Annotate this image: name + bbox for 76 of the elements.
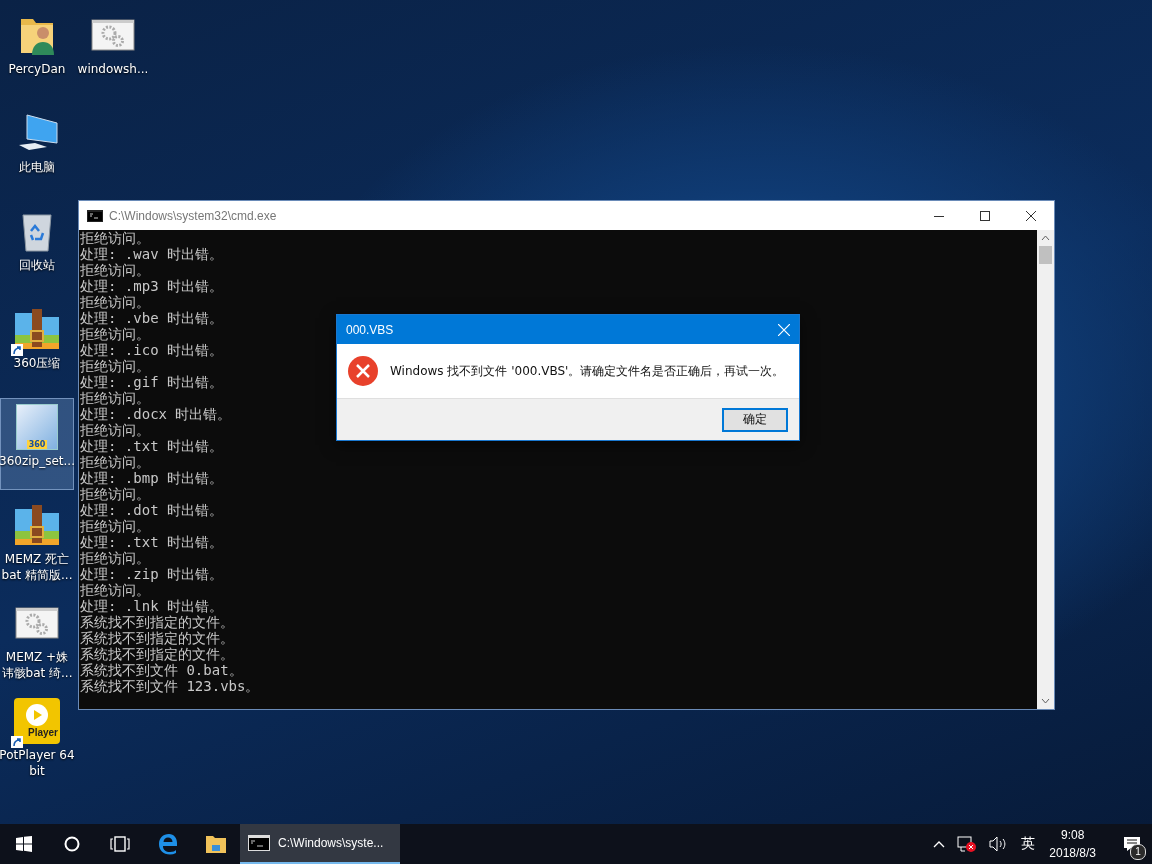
scrollbar[interactable] bbox=[1037, 230, 1054, 709]
taskbar-window-button[interactable]: C:\Windows\syste... bbox=[240, 824, 400, 864]
console-line: 拒绝访问。 bbox=[80, 294, 150, 310]
icon-label: MEMZ +姝 讳骸bat 绮... bbox=[1, 649, 73, 681]
console-line: 系统找不到指定的文件。 bbox=[80, 646, 234, 662]
console-line: 处理: .txt 时出错。 bbox=[80, 438, 223, 454]
desktop-icon[interactable]: windowsh... bbox=[76, 6, 150, 98]
desktop-icon[interactable]: 回收站 bbox=[0, 202, 74, 294]
maximize-icon bbox=[980, 210, 990, 221]
icon-label: windowsh... bbox=[77, 61, 149, 77]
console-line: 处理: .bmp 时出错。 bbox=[80, 470, 223, 486]
icon-text: Player bbox=[27, 727, 59, 738]
console-line: 拒绝访问。 bbox=[80, 518, 150, 534]
console-line: 系统找不到文件 123.vbs。 bbox=[80, 678, 260, 694]
console-line: 拒绝访问。 bbox=[80, 390, 150, 406]
dialog-title: 000.VBS bbox=[346, 322, 394, 337]
chevron-up-icon bbox=[933, 840, 946, 848]
desktop-icon[interactable]: Player PotPlayer 64 bit bbox=[0, 692, 74, 784]
notification-count: 1 bbox=[1130, 844, 1146, 860]
console-line: 拒绝访问。 bbox=[80, 454, 150, 470]
console-line: 拒绝访问。 bbox=[80, 582, 150, 598]
console-line: 处理: .gif 时出错。 bbox=[80, 374, 223, 390]
console-line: 系统找不到指定的文件。 bbox=[80, 614, 234, 630]
close-icon bbox=[778, 323, 790, 336]
desktop-icon[interactable]: PercyDan bbox=[0, 6, 74, 98]
desktop-icon[interactable]: MEMZ 死亡 bat 精简版... bbox=[0, 496, 74, 588]
console-line: 拒绝访问。 bbox=[80, 550, 150, 566]
console-line: 处理: .wav 时出错。 bbox=[80, 246, 223, 262]
console-line: 拒绝访问。 bbox=[80, 422, 150, 438]
console-line: 处理: .dot 时出错。 bbox=[80, 502, 223, 518]
task-view-icon bbox=[110, 836, 130, 852]
console-line: 处理: .lnk 时出错。 bbox=[80, 598, 223, 614]
icon-label: 回收站 bbox=[19, 257, 55, 273]
icon-text: 360 bbox=[26, 440, 48, 449]
console-line: 系统找不到指定的文件。 bbox=[80, 630, 234, 646]
console-icon bbox=[248, 835, 270, 851]
console-line: 系统找不到文件 0.bat。 bbox=[80, 662, 243, 678]
console-icon bbox=[87, 209, 103, 222]
console-line: 处理: .vbe 时出错。 bbox=[80, 310, 223, 326]
icon-label: PotPlayer 64 bit bbox=[0, 747, 75, 779]
browser-e-icon bbox=[157, 833, 179, 855]
console-line: 处理: .ico 时出错。 bbox=[80, 342, 223, 358]
desktop-icon[interactable]: MEMZ +姝 讳骸bat 绮... bbox=[0, 594, 74, 686]
console-line: 拒绝访问。 bbox=[80, 326, 150, 342]
notification-button[interactable]: 1 bbox=[1112, 824, 1152, 864]
scroll-up-icon bbox=[1041, 235, 1050, 241]
console-line: 处理: .zip 时出错。 bbox=[80, 566, 223, 582]
input-language-button[interactable]: 英 bbox=[1015, 824, 1042, 864]
scroll-thumb[interactable] bbox=[1039, 246, 1052, 264]
console-line: 拒绝访问。 bbox=[80, 358, 150, 374]
circle-icon bbox=[64, 836, 80, 852]
icon-label: 360压缩 bbox=[13, 355, 61, 371]
windows-logo-icon bbox=[16, 836, 32, 852]
desktop-icon[interactable]: 此电脑 bbox=[0, 104, 74, 196]
console-line: 处理: .mp3 时出错。 bbox=[80, 278, 223, 294]
network-disconnected-icon bbox=[957, 835, 978, 853]
error-icon bbox=[348, 356, 378, 386]
icon-label: MEMZ 死亡 bat 精简版... bbox=[1, 551, 73, 583]
icon-label: PercyDan bbox=[8, 61, 66, 77]
icon-label: 此电脑 bbox=[19, 159, 55, 175]
close-icon bbox=[1026, 210, 1036, 221]
console-line: 处理: .docx 时出错。 bbox=[80, 406, 232, 422]
window-title: C:\Windows\system32\cmd.exe bbox=[109, 208, 277, 223]
ok-button[interactable]: 确定 bbox=[722, 407, 788, 432]
play-icon bbox=[26, 704, 48, 726]
folder-icon bbox=[205, 834, 227, 854]
desktop-icon[interactable]: 360 360zip_set... bbox=[0, 398, 74, 490]
scroll-down-icon bbox=[1041, 698, 1050, 704]
console-line: 拒绝访问。 bbox=[80, 230, 150, 246]
console-line: 拒绝访问。 bbox=[80, 262, 150, 278]
clock[interactable]: 9:08 2018/8/3 bbox=[1041, 824, 1104, 864]
icon-label: 360zip_set... bbox=[0, 453, 75, 469]
dialog-message: Windows 找不到文件 '000.VBS'。请确定文件名是否正确后，再试一次。 bbox=[390, 362, 785, 380]
console-line: 拒绝访问。 bbox=[80, 486, 150, 502]
console-line: 处理: .txt 时出错。 bbox=[80, 534, 223, 550]
desktop-icon[interactable]: 360压缩 bbox=[0, 300, 74, 392]
